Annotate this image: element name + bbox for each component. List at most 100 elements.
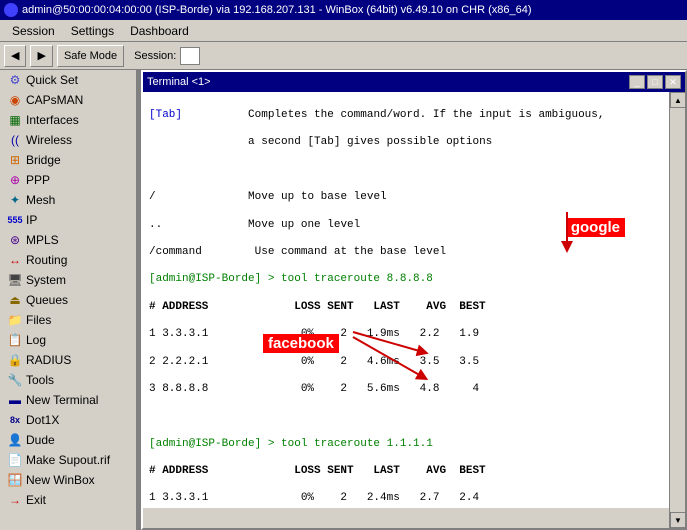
sidebar-item-make-supout[interactable]: 📄 Make Supout.rif bbox=[0, 450, 136, 470]
sidebar-item-dude[interactable]: 👤 Dude bbox=[0, 430, 136, 450]
terminal-title-bar: Terminal <1> _ □ ✕ bbox=[143, 72, 685, 92]
help-tab-key: [Tab] bbox=[149, 109, 182, 121]
sidebar-item-mpls[interactable]: ⊛ MPLS bbox=[0, 230, 136, 250]
scroll-down-button[interactable]: ▼ bbox=[670, 512, 686, 528]
terminal-window: Terminal <1> _ □ ✕ [Tab] Completes the c… bbox=[141, 70, 687, 530]
facebook-annotation: facebook bbox=[263, 334, 339, 353]
sidebar-item-system[interactable]: 🖥 System bbox=[0, 270, 136, 290]
files-icon: 📁 bbox=[8, 313, 22, 327]
sidebar-label-mpls: MPLS bbox=[26, 233, 59, 247]
google-annotation: google bbox=[566, 218, 625, 237]
sidebar-label-wireless: Wireless bbox=[26, 133, 72, 147]
tools-icon: 🔧 bbox=[8, 373, 22, 387]
mpls-icon: ⊛ bbox=[8, 233, 22, 247]
menu-settings[interactable]: Settings bbox=[63, 22, 122, 40]
trace1-r2: 2 2.2.2.1 0% 2 4.6ms 3.5 3.5 bbox=[149, 355, 679, 370]
sidebar-label-interfaces: Interfaces bbox=[26, 113, 79, 127]
trace2-header-text: # ADDRESS LOSS SENT LAST AVG BEST bbox=[149, 465, 486, 477]
sidebar-label-bridge: Bridge bbox=[26, 153, 61, 167]
sidebar-item-exit[interactable]: → Exit bbox=[0, 490, 136, 510]
sidebar-label-radius: RADIUS bbox=[26, 353, 71, 367]
sidebar-label-dude: Dude bbox=[26, 433, 55, 447]
trace2-cmd: [admin@ISP-Borde] > tool traceroute 1.1.… bbox=[149, 437, 679, 452]
bridge-icon: ⊞ bbox=[8, 153, 22, 167]
routing-icon: ↔ bbox=[8, 253, 22, 267]
sidebar-label-dot1x: Dot1X bbox=[26, 413, 59, 427]
trace1-r3: 3 8.8.8.8 0% 2 5.6ms 4.8 4 bbox=[149, 382, 679, 397]
wireless-icon: (( bbox=[8, 133, 22, 147]
sidebar-item-mesh[interactable]: ✦ Mesh bbox=[0, 190, 136, 210]
trace1-header-text: # ADDRESS LOSS SENT LAST AVG BEST bbox=[149, 301, 486, 313]
mesh-icon: ✦ bbox=[8, 193, 22, 207]
sidebar-item-capsman[interactable]: ◉ CAPsMAN bbox=[0, 90, 136, 110]
back-button[interactable]: ◀ bbox=[4, 45, 26, 67]
sidebar-label-ppp: PPP bbox=[26, 173, 50, 187]
sidebar-item-queues[interactable]: ⏏ Queues bbox=[0, 290, 136, 310]
scroll-up-button[interactable]: ▲ bbox=[670, 92, 686, 108]
queues-icon: ⏏ bbox=[8, 293, 22, 307]
trace2-header: # ADDRESS LOSS SENT LAST AVG BEST bbox=[149, 464, 679, 479]
sidebar-item-new-winbox[interactable]: 🪟 New WinBox bbox=[0, 470, 136, 490]
sidebar-label-new-winbox: New WinBox bbox=[26, 473, 95, 487]
terminal-scrollbar[interactable]: ▲ ▼ bbox=[669, 92, 685, 528]
menu-session[interactable]: Session bbox=[4, 22, 63, 40]
sidebar-label-log: Log bbox=[26, 333, 46, 347]
terminal-content[interactable]: [Tab] Completes the command/word. If the… bbox=[143, 92, 685, 508]
main-layout: ⚙ Quick Set ◉ CAPsMAN ▦ Interfaces (( Wi… bbox=[0, 70, 687, 530]
title-bar: admin@50:00:00:04:00:00 (ISP-Borde) via … bbox=[0, 0, 687, 20]
sidebar-label-mesh: Mesh bbox=[26, 193, 55, 207]
empty-line1 bbox=[149, 163, 679, 178]
sidebar-label-system: System bbox=[26, 273, 66, 287]
sidebar-item-files[interactable]: 📁 Files bbox=[0, 310, 136, 330]
sidebar-item-log[interactable]: 📋 Log bbox=[0, 330, 136, 350]
capsman-icon: ◉ bbox=[8, 93, 22, 107]
terminal-maximize-button[interactable]: □ bbox=[647, 75, 663, 89]
help-slash-desc: Move up to base level bbox=[248, 191, 387, 203]
trace1-header: # ADDRESS LOSS SENT LAST AVG BEST bbox=[149, 300, 679, 315]
forward-button[interactable]: ▶ bbox=[30, 45, 52, 67]
new-winbox-icon: 🪟 bbox=[8, 473, 22, 487]
terminal-body: [Tab] Completes the command/word. If the… bbox=[143, 92, 685, 528]
empty-line2 bbox=[149, 409, 679, 424]
sidebar-item-wireless[interactable]: (( Wireless bbox=[0, 130, 136, 150]
menu-dashboard[interactable]: Dashboard bbox=[122, 22, 197, 40]
sidebar-label-capsman: CAPsMAN bbox=[26, 93, 83, 107]
sidebar-label-new-terminal: New Terminal bbox=[26, 393, 98, 407]
terminal-minimize-button[interactable]: _ bbox=[629, 75, 645, 89]
help-dotdot-desc: Move up one level bbox=[248, 219, 360, 231]
interfaces-icon: ▦ bbox=[8, 113, 22, 127]
sidebar-item-routing[interactable]: ↔ Routing bbox=[0, 250, 136, 270]
sidebar-item-ip[interactable]: 555 IP bbox=[0, 210, 136, 230]
sidebar-item-tools[interactable]: 🔧 Tools bbox=[0, 370, 136, 390]
ppp-icon: ⊕ bbox=[8, 173, 22, 187]
sidebar-item-dot1x[interactable]: 8x Dot1X bbox=[0, 410, 136, 430]
log-icon: 📋 bbox=[8, 333, 22, 347]
trace2-r1: 1 3.3.3.1 0% 2 2.4ms 2.7 2.4 bbox=[149, 491, 679, 506]
dude-icon: 👤 bbox=[8, 433, 22, 447]
sidebar-item-new-terminal[interactable]: ▬ New Terminal bbox=[0, 390, 136, 410]
sidebar-item-interfaces[interactable]: ▦ Interfaces bbox=[0, 110, 136, 130]
sidebar-label-files: Files bbox=[26, 313, 51, 327]
sidebar-item-radius[interactable]: 🔒 RADIUS bbox=[0, 350, 136, 370]
sidebar: ⚙ Quick Set ◉ CAPsMAN ▦ Interfaces (( Wi… bbox=[0, 70, 137, 530]
help-tab-desc2: a second [Tab] gives possible options bbox=[248, 136, 492, 148]
sidebar-item-ppp[interactable]: ⊕ PPP bbox=[0, 170, 136, 190]
new-terminal-icon: ▬ bbox=[8, 393, 22, 407]
sidebar-label-ip: IP bbox=[26, 213, 37, 227]
menu-bar: Session Settings Dashboard bbox=[0, 20, 687, 42]
safe-mode-button[interactable]: Safe Mode bbox=[57, 45, 124, 67]
window-title: admin@50:00:00:04:00:00 (ISP-Borde) via … bbox=[22, 4, 532, 16]
ip-icon: 555 bbox=[8, 213, 22, 227]
sidebar-label-tools: Tools bbox=[26, 373, 54, 387]
session-input[interactable] bbox=[180, 47, 200, 65]
help-command-line: /command Use command at the base level bbox=[149, 245, 679, 260]
help-dotdot-key: .. bbox=[149, 219, 162, 231]
sidebar-item-quick-set[interactable]: ⚙ Quick Set bbox=[0, 70, 136, 90]
content-area: Terminal <1> _ □ ✕ [Tab] Completes the c… bbox=[137, 70, 687, 530]
sidebar-label-quick-set: Quick Set bbox=[26, 73, 78, 87]
terminal-close-button[interactable]: ✕ bbox=[665, 75, 681, 89]
trace1-cmd: [admin@ISP-Borde] > tool traceroute 8.8.… bbox=[149, 272, 679, 287]
help-command-key: /command bbox=[149, 246, 202, 258]
sidebar-item-bridge[interactable]: ⊞ Bridge bbox=[0, 150, 136, 170]
radius-icon: 🔒 bbox=[8, 353, 22, 367]
